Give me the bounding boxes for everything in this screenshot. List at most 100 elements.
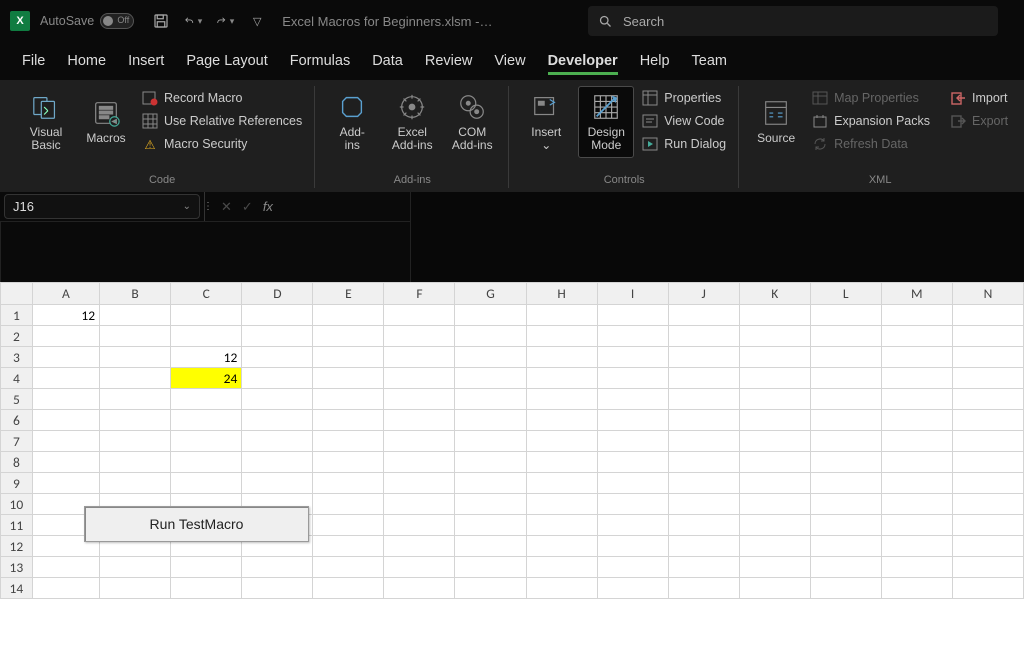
- enter-formula-icon[interactable]: ✓: [242, 199, 253, 215]
- cell[interactable]: [526, 578, 597, 599]
- cell[interactable]: [952, 326, 1023, 347]
- cell[interactable]: [384, 515, 455, 536]
- cell[interactable]: [739, 410, 810, 431]
- cell[interactable]: [881, 326, 952, 347]
- cell[interactable]: [171, 305, 242, 326]
- fx-icon[interactable]: fx: [263, 199, 273, 214]
- column-header[interactable]: G: [455, 283, 526, 305]
- source-button[interactable]: Source: [748, 86, 804, 158]
- cell[interactable]: [100, 557, 171, 578]
- cell[interactable]: [952, 578, 1023, 599]
- cell[interactable]: [313, 473, 384, 494]
- cell[interactable]: [526, 452, 597, 473]
- design-mode-button[interactable]: Design Mode: [578, 86, 634, 158]
- cell[interactable]: [32, 410, 99, 431]
- cell[interactable]: [171, 578, 242, 599]
- cell[interactable]: [739, 473, 810, 494]
- cell[interactable]: [526, 389, 597, 410]
- cell[interactable]: [100, 473, 171, 494]
- column-header[interactable]: C: [171, 283, 242, 305]
- cell[interactable]: [384, 368, 455, 389]
- cell[interactable]: [526, 347, 597, 368]
- cell[interactable]: [668, 578, 739, 599]
- properties-button[interactable]: Properties: [638, 88, 730, 108]
- search-box[interactable]: Search: [588, 6, 998, 36]
- cell[interactable]: [739, 431, 810, 452]
- autosave-toggle[interactable]: Off: [100, 13, 134, 29]
- column-header[interactable]: D: [242, 283, 313, 305]
- cell[interactable]: [171, 389, 242, 410]
- cell[interactable]: [32, 347, 99, 368]
- cell[interactable]: [455, 578, 526, 599]
- column-header[interactable]: A: [32, 283, 99, 305]
- cell[interactable]: [668, 410, 739, 431]
- cancel-formula-icon[interactable]: ✕: [221, 199, 232, 215]
- relative-references-button[interactable]: Use Relative References: [138, 111, 306, 131]
- cell[interactable]: [597, 536, 668, 557]
- cell[interactable]: [313, 578, 384, 599]
- cell[interactable]: [810, 347, 881, 368]
- cell[interactable]: [313, 305, 384, 326]
- cell[interactable]: [597, 389, 668, 410]
- cell[interactable]: 12: [171, 347, 242, 368]
- cell[interactable]: [171, 473, 242, 494]
- cell[interactable]: [384, 305, 455, 326]
- cell[interactable]: [810, 494, 881, 515]
- cell[interactable]: [810, 578, 881, 599]
- cell[interactable]: 12: [32, 305, 99, 326]
- cell[interactable]: [810, 473, 881, 494]
- tab-view[interactable]: View: [494, 47, 525, 75]
- cell[interactable]: [526, 326, 597, 347]
- cell[interactable]: [881, 410, 952, 431]
- cell[interactable]: [739, 389, 810, 410]
- cell[interactable]: [526, 410, 597, 431]
- tab-team[interactable]: Team: [692, 47, 727, 75]
- row-header[interactable]: 5: [1, 389, 33, 410]
- cell[interactable]: [881, 389, 952, 410]
- cell[interactable]: [100, 452, 171, 473]
- name-box[interactable]: J16 ⌄: [4, 194, 200, 219]
- cell[interactable]: [242, 431, 313, 452]
- tab-home[interactable]: Home: [67, 47, 106, 75]
- cell[interactable]: [100, 389, 171, 410]
- row-header[interactable]: 13: [1, 557, 33, 578]
- tab-developer[interactable]: Developer: [548, 47, 618, 75]
- cell[interactable]: [668, 452, 739, 473]
- com-addins-button[interactable]: COM Add-ins: [444, 86, 500, 158]
- formula-bar[interactable]: [410, 192, 1024, 282]
- column-header[interactable]: N: [952, 283, 1023, 305]
- cell[interactable]: [384, 473, 455, 494]
- cell[interactable]: [455, 473, 526, 494]
- cell[interactable]: [810, 389, 881, 410]
- cell[interactable]: [952, 347, 1023, 368]
- cell[interactable]: [597, 494, 668, 515]
- cell[interactable]: [242, 473, 313, 494]
- cell[interactable]: [881, 347, 952, 368]
- tab-page-layout[interactable]: Page Layout: [186, 47, 267, 75]
- cell[interactable]: [668, 389, 739, 410]
- cell[interactable]: [739, 578, 810, 599]
- cell[interactable]: [313, 431, 384, 452]
- cell[interactable]: [597, 431, 668, 452]
- cell[interactable]: [100, 410, 171, 431]
- cell[interactable]: [455, 389, 526, 410]
- excel-addins-button[interactable]: Excel Add-ins: [384, 86, 440, 158]
- cell[interactable]: [881, 578, 952, 599]
- cell[interactable]: [952, 473, 1023, 494]
- tab-data[interactable]: Data: [372, 47, 403, 75]
- cell[interactable]: [384, 326, 455, 347]
- cell[interactable]: [526, 431, 597, 452]
- cell[interactable]: [526, 557, 597, 578]
- column-header[interactable]: J: [668, 283, 739, 305]
- cell[interactable]: [455, 431, 526, 452]
- cell[interactable]: [526, 368, 597, 389]
- cell[interactable]: [881, 452, 952, 473]
- cell[interactable]: [810, 368, 881, 389]
- tab-insert[interactable]: Insert: [128, 47, 164, 75]
- cell[interactable]: [739, 326, 810, 347]
- cell[interactable]: [668, 515, 739, 536]
- cell[interactable]: [668, 431, 739, 452]
- cell[interactable]: [32, 557, 99, 578]
- cell[interactable]: [810, 515, 881, 536]
- cell[interactable]: [952, 368, 1023, 389]
